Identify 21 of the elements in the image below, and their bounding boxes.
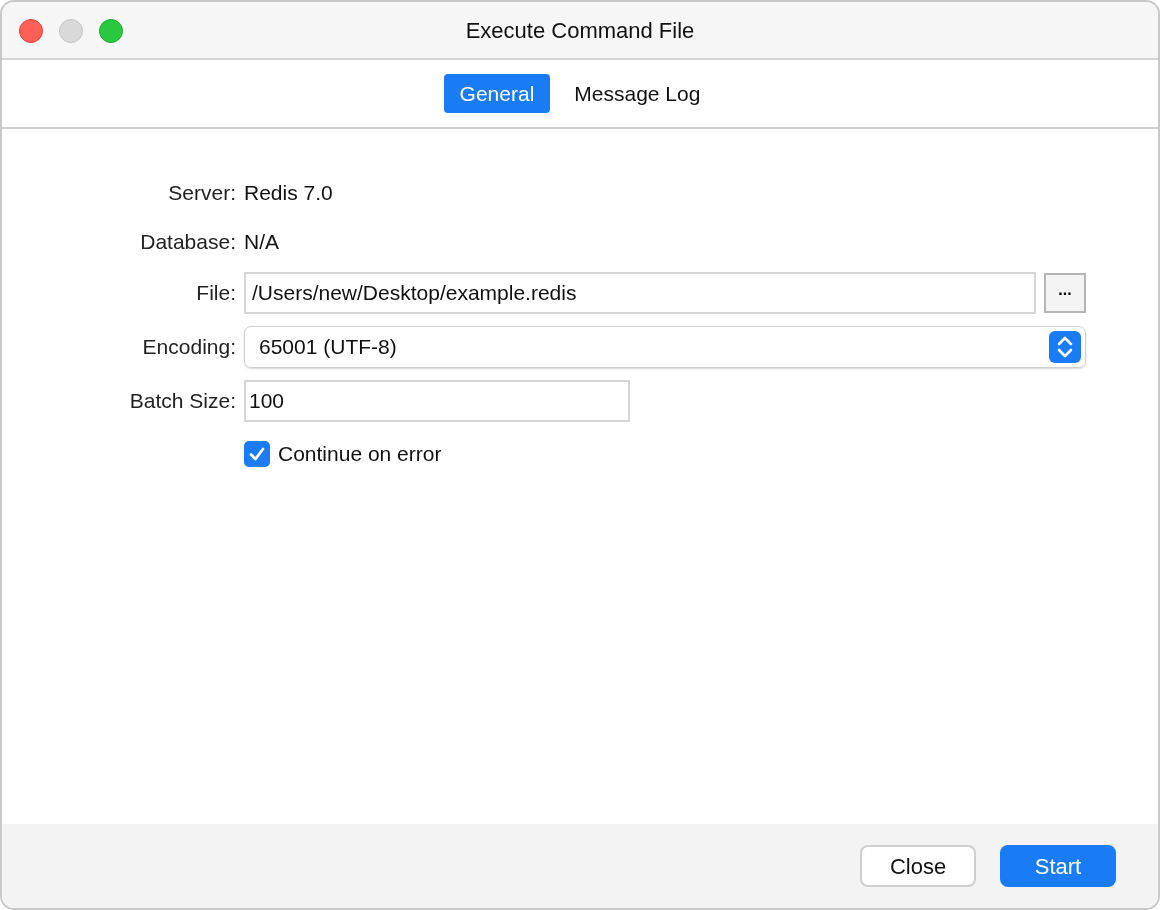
close-button[interactable]: Close: [860, 845, 976, 887]
field-value: Redis 7.0: [244, 180, 333, 206]
window-title: Execute Command File: [465, 16, 695, 45]
checkbox[interactable]: [244, 440, 270, 467]
batch-size-field[interactable]: 100: [244, 380, 630, 422]
checkbox-label: Continue on error: [278, 441, 442, 467]
field-label: File:: [195, 280, 236, 307]
field-value: N/A: [244, 228, 279, 255]
file-path-field[interactable]: /Users/new/Desktop/example.redis: [244, 272, 1036, 314]
browse-button[interactable]: ...: [1044, 273, 1086, 313]
tab[interactable]: Message Log: [558, 73, 717, 114]
chevron-updown-icon: [1049, 331, 1081, 363]
field-label: Batch Size:: [128, 388, 236, 415]
tab[interactable]: General: [443, 73, 551, 114]
field-label: Database:: [139, 228, 236, 255]
close-button[interactable]: [19, 19, 43, 43]
zoom-button[interactable]: [99, 19, 123, 43]
start-button[interactable]: Start: [1000, 845, 1116, 887]
field-label: Encoding:: [141, 334, 236, 361]
encoding-select[interactable]: 65001 (UTF-8): [244, 326, 1086, 368]
field-label: Server:: [167, 180, 236, 206]
